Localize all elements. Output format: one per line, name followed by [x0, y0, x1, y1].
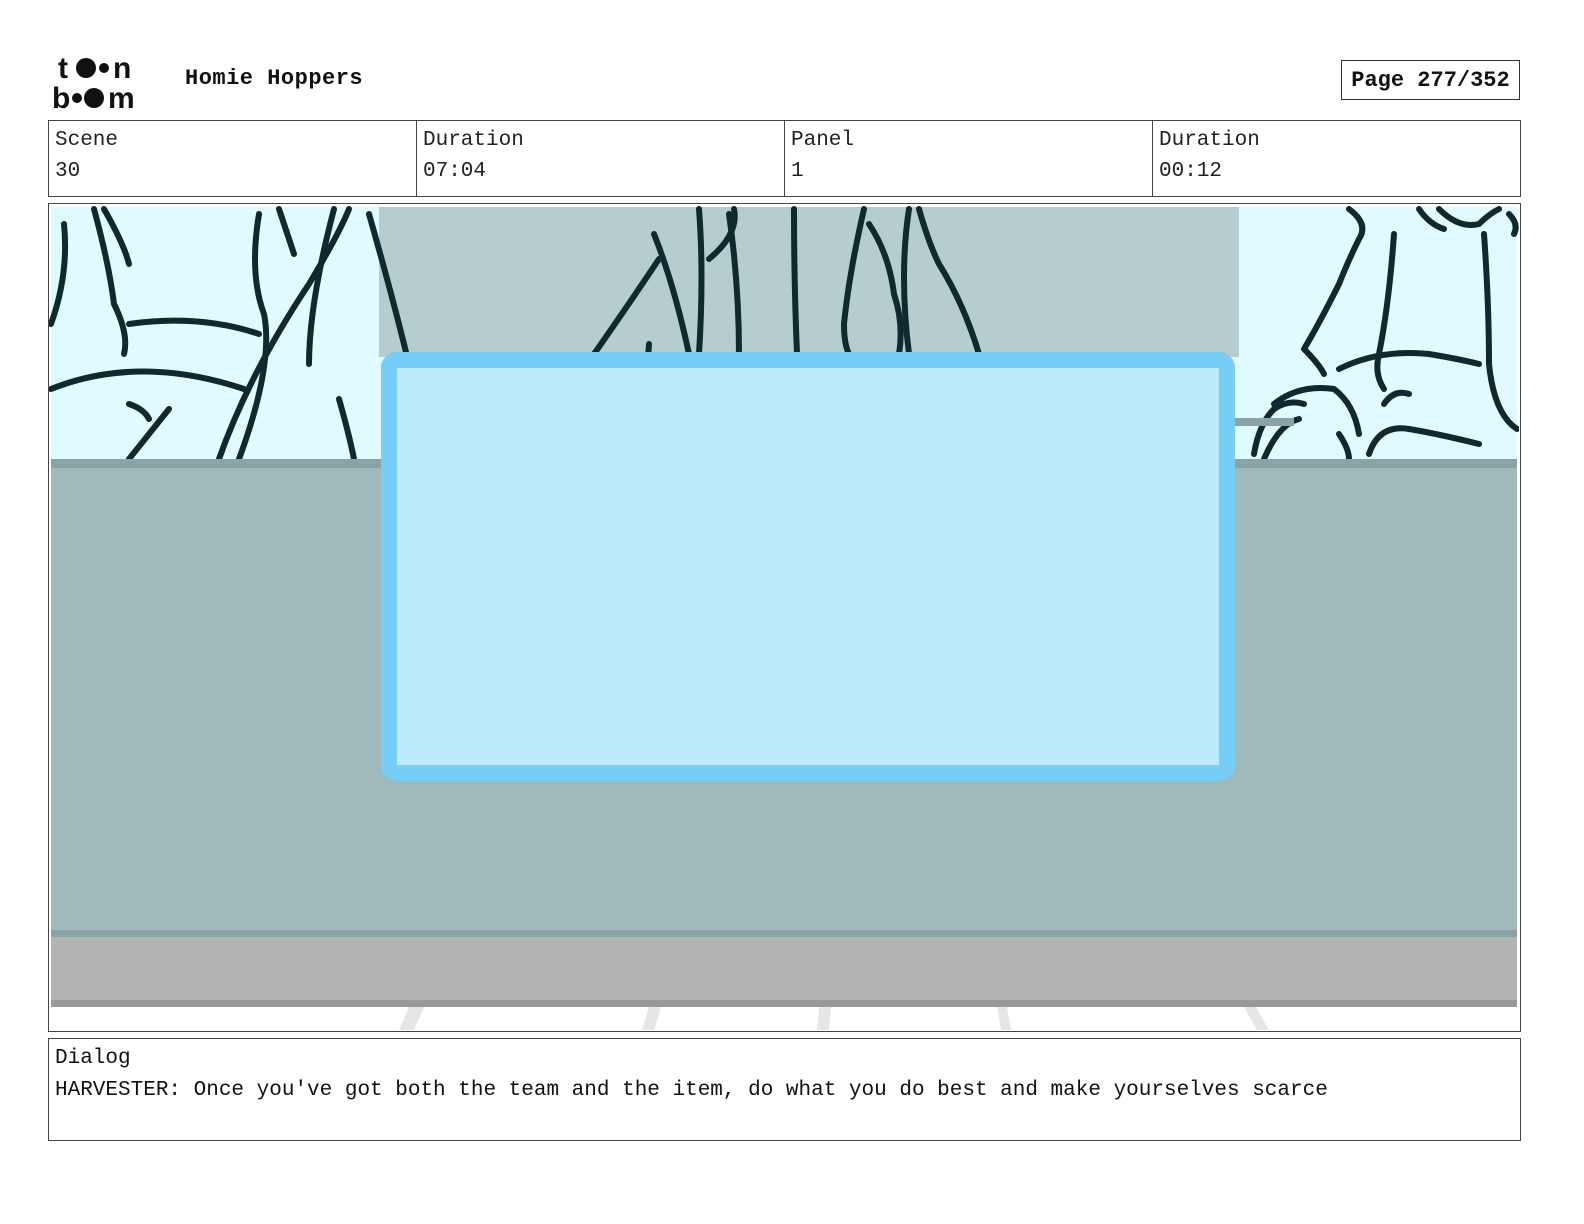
panel-duration-label: Duration [1159, 129, 1260, 152]
project-title: Homie Hoppers [185, 66, 364, 91]
svg-text:m: m [108, 82, 135, 112]
scene-duration-label: Duration [423, 129, 524, 152]
page-label: Page [1351, 67, 1405, 93]
scene-duration-cell: Duration 07:04 [417, 121, 785, 196]
panel-cell: Panel 1 [785, 121, 1153, 196]
dialog-text: HARVESTER: Once you've got both the team… [55, 1079, 1328, 1102]
panel-duration-cell: Duration 00:12 [1153, 121, 1520, 196]
page-number: 277/352 [1417, 67, 1510, 93]
storyboard-panel [48, 203, 1521, 1032]
panel-label: Panel [791, 129, 855, 152]
scene-info-table: Scene 30 Duration 07:04 Panel 1 Duration… [48, 120, 1521, 197]
svg-text:b: b [52, 82, 70, 112]
toon-boom-logo: t n b m [52, 52, 135, 112]
scene-duration-value: 07:04 [423, 160, 487, 183]
svg-text:t: t [58, 52, 68, 85]
dialog-box: Dialog HARVESTER: Once you've got both t… [48, 1038, 1521, 1141]
scene-cell: Scene 30 [49, 121, 417, 196]
panel-value: 1 [791, 160, 804, 183]
page-indicator: Page 277/352 [1341, 60, 1520, 100]
scene-value: 30 [55, 160, 81, 183]
svg-text:n: n [113, 52, 131, 85]
scene-label: Scene [55, 129, 119, 152]
dialog-label: Dialog [55, 1047, 131, 1070]
panel-duration-value: 00:12 [1159, 160, 1223, 183]
panel-drawing [49, 204, 1519, 1030]
